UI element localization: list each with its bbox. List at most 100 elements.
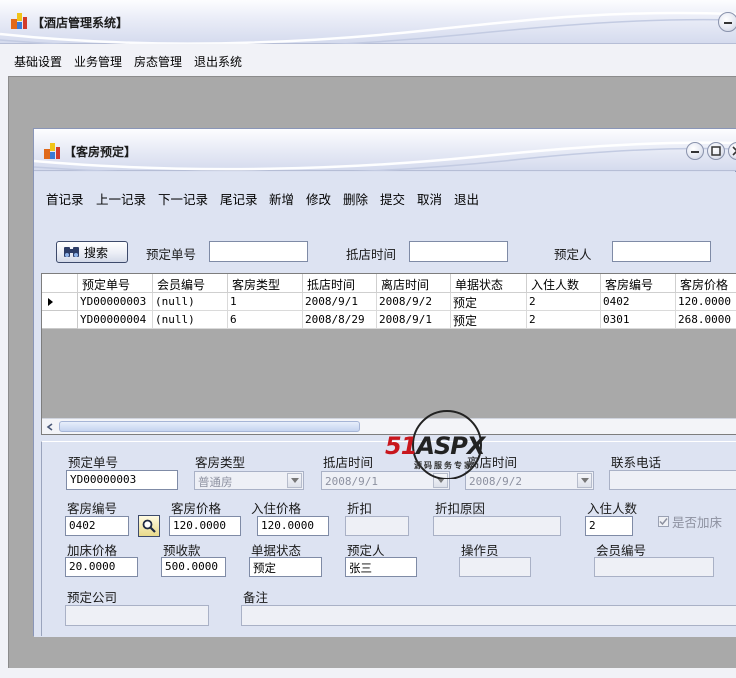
search-checkin-time-input[interactable]	[409, 241, 508, 262]
delete-button[interactable]: 删除	[343, 189, 368, 208]
search-checkin-time-label: 抵店时间	[346, 247, 397, 262]
extra-bed-price-field[interactable]: 20.0000	[65, 557, 138, 577]
table-cell[interactable]: (null)	[153, 293, 228, 311]
table-cell[interactable]: 2008/9/1	[303, 293, 377, 311]
table-cell[interactable]: 0402	[601, 293, 676, 311]
checkin-price-field[interactable]: 120.0000	[257, 516, 329, 536]
discount-reason-label: 折扣原因	[435, 501, 486, 516]
nav-previous-record[interactable]: 上一记录	[96, 189, 146, 208]
table-row[interactable]: YD00000004 (null) 6 2008/8/29 2008/9/1 预…	[42, 311, 736, 329]
search-booking-no-label: 预定单号	[146, 247, 197, 262]
watermark-logo-dark: ASPX	[416, 432, 485, 460]
operator-field[interactable]	[459, 557, 531, 577]
guest-count-field[interactable]: 2	[585, 516, 633, 536]
nav-next-record[interactable]: 下一记录	[158, 189, 208, 208]
table-cell[interactable]: 1	[228, 293, 303, 311]
current-row-arrow-icon	[48, 298, 53, 306]
menu-business[interactable]: 业务管理	[74, 53, 122, 70]
search-button[interactable]: 搜索	[56, 241, 128, 263]
minimize-button[interactable]	[718, 12, 736, 32]
table-cell[interactable]: 2008/9/1	[377, 311, 451, 329]
checkout-time-dropdown-button[interactable]	[577, 473, 592, 488]
booker-field[interactable]: 张三	[345, 557, 417, 577]
room-no-field[interactable]: 0402	[65, 516, 129, 536]
menu-basic-settings[interactable]: 基础设置	[14, 53, 62, 70]
maximize-icon	[711, 146, 721, 156]
chevron-down-icon	[290, 478, 299, 483]
grid-col-room-type[interactable]: 客房类型	[228, 274, 303, 293]
room-lookup-button[interactable]	[138, 515, 160, 537]
child-maximize-button[interactable]	[707, 142, 725, 160]
extra-bed-checkbox[interactable]	[658, 516, 669, 527]
grid-col-booking-no[interactable]: 预定单号	[78, 274, 153, 293]
chevron-left-icon	[46, 422, 53, 431]
table-cell[interactable]: 2	[527, 293, 601, 311]
scroll-left-button[interactable]	[42, 419, 58, 434]
room-booking-window: 【客房预定】 首记录 上一记录 下一记录 尾记录 新增 修改 删除 提交 取消 …	[33, 128, 736, 637]
table-cell[interactable]: 0301	[601, 311, 676, 329]
table-cell[interactable]: 120.0000	[676, 293, 736, 311]
prepaid-field[interactable]: 500.0000	[161, 557, 226, 577]
table-cell[interactable]: 预定	[451, 311, 527, 329]
table-cell[interactable]: 268.0000	[676, 311, 736, 329]
table-cell[interactable]: 6	[228, 311, 303, 329]
menu-exit-system[interactable]: 退出系统	[194, 53, 242, 70]
table-cell[interactable]: 预定	[451, 293, 527, 311]
table-cell[interactable]: 2008/8/29	[303, 311, 377, 329]
row-header[interactable]	[42, 293, 78, 311]
guest-count-label: 入住人数	[587, 501, 638, 516]
room-type-value: 普通房	[198, 475, 233, 489]
scroll-thumb[interactable]	[59, 421, 360, 432]
company-field[interactable]	[65, 605, 209, 626]
status-field[interactable]: 预定	[249, 557, 322, 577]
grid-col-member-no[interactable]: 会员编号	[153, 274, 228, 293]
search-button-label: 搜索	[84, 245, 109, 260]
table-cell[interactable]: 2008/9/2	[377, 293, 451, 311]
search-booker-input[interactable]	[612, 241, 711, 262]
exit-button[interactable]: 退出	[454, 189, 479, 208]
table-cell[interactable]: YD00000004	[78, 311, 153, 329]
cancel-button[interactable]: 取消	[417, 189, 442, 208]
chevron-down-icon	[580, 478, 589, 483]
edit-button[interactable]: 修改	[306, 189, 331, 208]
table-row[interactable]: YD00000003 (null) 1 2008/9/1 2008/9/2 预定…	[42, 293, 736, 311]
table-cell[interactable]: 2	[527, 311, 601, 329]
company-label: 预定公司	[67, 590, 118, 605]
room-type-dropdown-button[interactable]	[287, 473, 302, 488]
room-price-label: 客房价格	[171, 501, 222, 516]
grid-col-room-price[interactable]: 客房价格	[676, 274, 736, 293]
magnifier-icon	[142, 519, 156, 533]
grid-col-room-no[interactable]: 客房编号	[601, 274, 676, 293]
search-booking-no-input[interactable]	[209, 241, 308, 262]
table-cell[interactable]: (null)	[153, 311, 228, 329]
new-button[interactable]: 新增	[269, 189, 294, 208]
discount-label: 折扣	[347, 501, 373, 516]
grid-col-guest-count[interactable]: 入住人数	[527, 274, 601, 293]
discount-field[interactable]	[345, 516, 409, 536]
phone-field[interactable]	[609, 470, 736, 490]
child-minimize-button[interactable]	[686, 142, 704, 160]
submit-button[interactable]: 提交	[380, 189, 405, 208]
table-cell[interactable]: YD00000003	[78, 293, 153, 311]
discount-reason-field[interactable]	[433, 516, 561, 536]
watermark-subtitle: 源码服务专家	[414, 461, 474, 470]
remark-field[interactable]	[241, 605, 736, 626]
grid-col-checkin-time[interactable]: 抵店时间	[303, 274, 377, 293]
watermark-logo-text: 51ASPX	[385, 432, 485, 460]
extra-bed-checkbox-group[interactable]: 是否加床	[658, 512, 722, 531]
close-icon	[732, 146, 736, 156]
grid-col-status[interactable]: 单据状态	[451, 274, 527, 293]
main-window-title: 【酒店管理系统】	[32, 16, 129, 30]
nav-last-record[interactable]: 尾记录	[220, 189, 258, 208]
grid-col-checkout-time[interactable]: 离店时间	[377, 274, 451, 293]
nav-first-record[interactable]: 首记录	[46, 189, 84, 208]
room-price-field[interactable]: 120.0000	[169, 516, 241, 536]
child-window-title: 【客房预定】	[64, 145, 137, 159]
row-header[interactable]	[42, 311, 78, 329]
watermark-logo-red: 51	[385, 432, 417, 460]
booking-no-field[interactable]: YD00000003	[66, 470, 178, 490]
menu-room-status[interactable]: 房态管理	[134, 53, 182, 70]
member-no-field[interactable]	[594, 557, 714, 577]
room-type-combo[interactable]: 普通房	[194, 471, 304, 490]
checkin-time-value: 2008/9/1	[325, 475, 378, 488]
